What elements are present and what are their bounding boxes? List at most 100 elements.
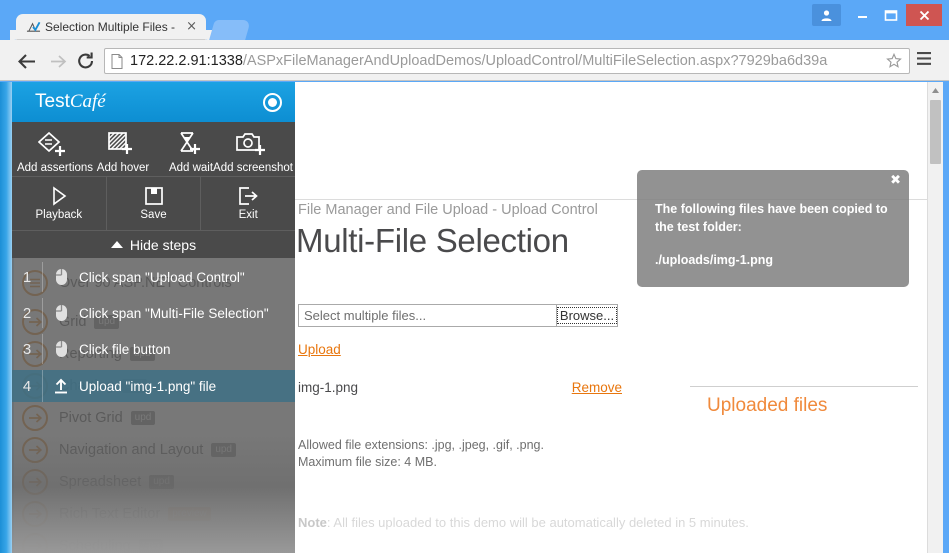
file-path-input[interactable] xyxy=(299,305,556,326)
file-select-row: Browse... xyxy=(298,304,618,327)
exit-icon xyxy=(239,187,258,205)
tab-title: Selection Multiple Files - A xyxy=(45,20,175,34)
page-title: Multi-File Selection xyxy=(296,222,569,259)
forward-arrow-icon xyxy=(50,54,66,68)
browser-titlebar: Selection Multiple Files - A × xyxy=(0,0,949,40)
breadcrumb: File Manager and File Upload - Upload Co… xyxy=(298,202,598,218)
minimize-icon xyxy=(858,15,867,18)
uploaded-file-row: img-1.png Remove xyxy=(298,380,622,398)
tool-label: Add hover xyxy=(96,162,150,174)
hide-steps-button[interactable]: Hide steps xyxy=(12,230,295,258)
reload-button[interactable] xyxy=(72,48,100,74)
upload-restrictions: Allowed file extensions: .jpg, .jpeg, .g… xyxy=(298,437,544,471)
testcafe-logo: TestCafé xyxy=(35,91,106,113)
tab-close-icon[interactable]: × xyxy=(186,18,197,36)
hover-icon xyxy=(108,130,138,158)
uploaded-files-title: Uploaded files xyxy=(707,395,828,416)
action-label: Save xyxy=(140,209,167,221)
save-button[interactable]: Save xyxy=(105,177,201,230)
browser-tab[interactable]: Selection Multiple Files - A × xyxy=(10,14,212,40)
new-tab-button[interactable] xyxy=(209,20,251,40)
add-wait-button[interactable]: Add wait xyxy=(156,130,226,182)
browse-button[interactable]: Browse... xyxy=(556,305,618,326)
mouse-icon xyxy=(43,268,79,286)
url-host: 172.22.2.91:1338 xyxy=(130,53,243,69)
document-icon xyxy=(111,53,123,69)
step-number: 1 xyxy=(22,268,32,286)
testcafe-panel: TestCafé Add assertions Add hover Add wa… xyxy=(12,82,295,553)
address-bar[interactable]: 172.22.2.91:1338/ASPxFileManagerAndUploa… xyxy=(104,48,910,74)
tool-label: Add wait xyxy=(168,162,214,174)
action-label: Exit xyxy=(238,209,258,221)
exit-button[interactable]: Exit xyxy=(200,177,295,230)
add-assertions-button[interactable]: Add assertions xyxy=(16,130,94,182)
remove-link[interactable]: Remove xyxy=(572,380,622,395)
step-text: Click file button xyxy=(79,341,171,357)
note-text: : All files uploaded to this demo will b… xyxy=(326,515,749,530)
browser-menu-button[interactable] xyxy=(915,50,933,72)
close-window-button[interactable] xyxy=(906,4,942,26)
allowed-extensions-text: Allowed file extensions: .jpg, .jpeg, .g… xyxy=(298,438,544,452)
minimize-button[interactable] xyxy=(848,4,877,26)
tool-label: Add screenshot xyxy=(213,162,293,174)
file-name-label: img-1.png xyxy=(298,380,359,395)
steps-fade-overlay xyxy=(12,433,295,553)
browser-window: Selection Multiple Files - A × 172.22.2.… xyxy=(0,0,949,553)
copy-notification-toast: ✖ The following files have been copied t… xyxy=(637,170,909,287)
step-text: Click span "Multi-File Selection" xyxy=(79,305,269,321)
viewport-right-edge xyxy=(943,82,949,553)
mouse-icon xyxy=(43,304,79,322)
maximize-button[interactable] xyxy=(876,4,905,26)
floppy-icon xyxy=(144,187,163,205)
record-button[interactable] xyxy=(263,93,282,112)
user-icon xyxy=(821,9,832,21)
action-label: Playback xyxy=(35,209,83,221)
panel-divider-top xyxy=(690,386,918,387)
forward-button[interactable] xyxy=(44,48,72,74)
step-number: 4 xyxy=(22,377,32,395)
step-row-active[interactable]: 4 Upload "img-1.png" file xyxy=(12,370,295,402)
toast-close-icon[interactable]: ✖ xyxy=(890,173,901,188)
upload-icon xyxy=(43,378,79,395)
step-row[interactable]: 3 Click file button xyxy=(12,334,295,364)
scrollbar-thumb[interactable] xyxy=(930,100,941,164)
assertion-icon xyxy=(38,130,72,158)
add-hover-button[interactable]: Add hover xyxy=(88,130,158,182)
back-button[interactable] xyxy=(12,48,40,74)
hourglass-icon xyxy=(176,130,206,158)
step-row[interactable]: 2 Click span "Multi-File Selection" xyxy=(12,298,295,328)
upload-link[interactable]: Upload xyxy=(298,342,341,357)
maximize-icon xyxy=(884,9,897,21)
step-text: Upload "img-1.png" file xyxy=(79,378,217,394)
testcafe-icon xyxy=(26,21,41,32)
browse-button-label: Browse... xyxy=(556,307,618,324)
star-icon[interactable] xyxy=(886,53,902,69)
scroll-up-arrow-icon[interactable] xyxy=(928,82,943,99)
camera-icon xyxy=(236,130,270,158)
toast-file-path: ./uploads/img-1.png xyxy=(655,253,774,267)
step-number: 2 xyxy=(22,304,32,322)
record-icon xyxy=(268,98,277,107)
user-profile-button[interactable] xyxy=(812,4,841,26)
max-file-size-text: Maximum file size: 4 MB. xyxy=(298,455,437,469)
step-text: Click span "Upload Control" xyxy=(79,269,245,285)
reload-icon xyxy=(78,52,94,69)
hide-steps-label: Hide steps xyxy=(129,236,197,253)
close-icon xyxy=(919,10,929,20)
hamburger-menu-icon xyxy=(917,52,931,65)
add-screenshot-button[interactable]: Add screenshot xyxy=(213,130,293,182)
demo-note: Note: All files uploaded to this demo wi… xyxy=(298,515,749,530)
tool-label: Add assertions xyxy=(16,162,94,174)
note-label: Note xyxy=(298,515,327,530)
mouse-icon xyxy=(43,340,79,358)
uploaded-files-panel: Uploaded files xyxy=(690,82,918,553)
step-number: 3 xyxy=(22,340,32,358)
browser-navbar: 172.22.2.91:1338/ASPxFileManagerAndUploa… xyxy=(0,40,949,81)
play-icon xyxy=(53,186,67,206)
step-row[interactable]: 1 Click span "Upload Control" xyxy=(12,262,295,292)
page-scrollbar[interactable] xyxy=(927,82,943,553)
logo-test-text: Test xyxy=(35,91,70,112)
testcafe-actions: Playback Save Exit xyxy=(12,176,295,230)
logo-cafe-text: Café xyxy=(69,91,106,112)
playback-button[interactable]: Playback xyxy=(12,177,106,230)
